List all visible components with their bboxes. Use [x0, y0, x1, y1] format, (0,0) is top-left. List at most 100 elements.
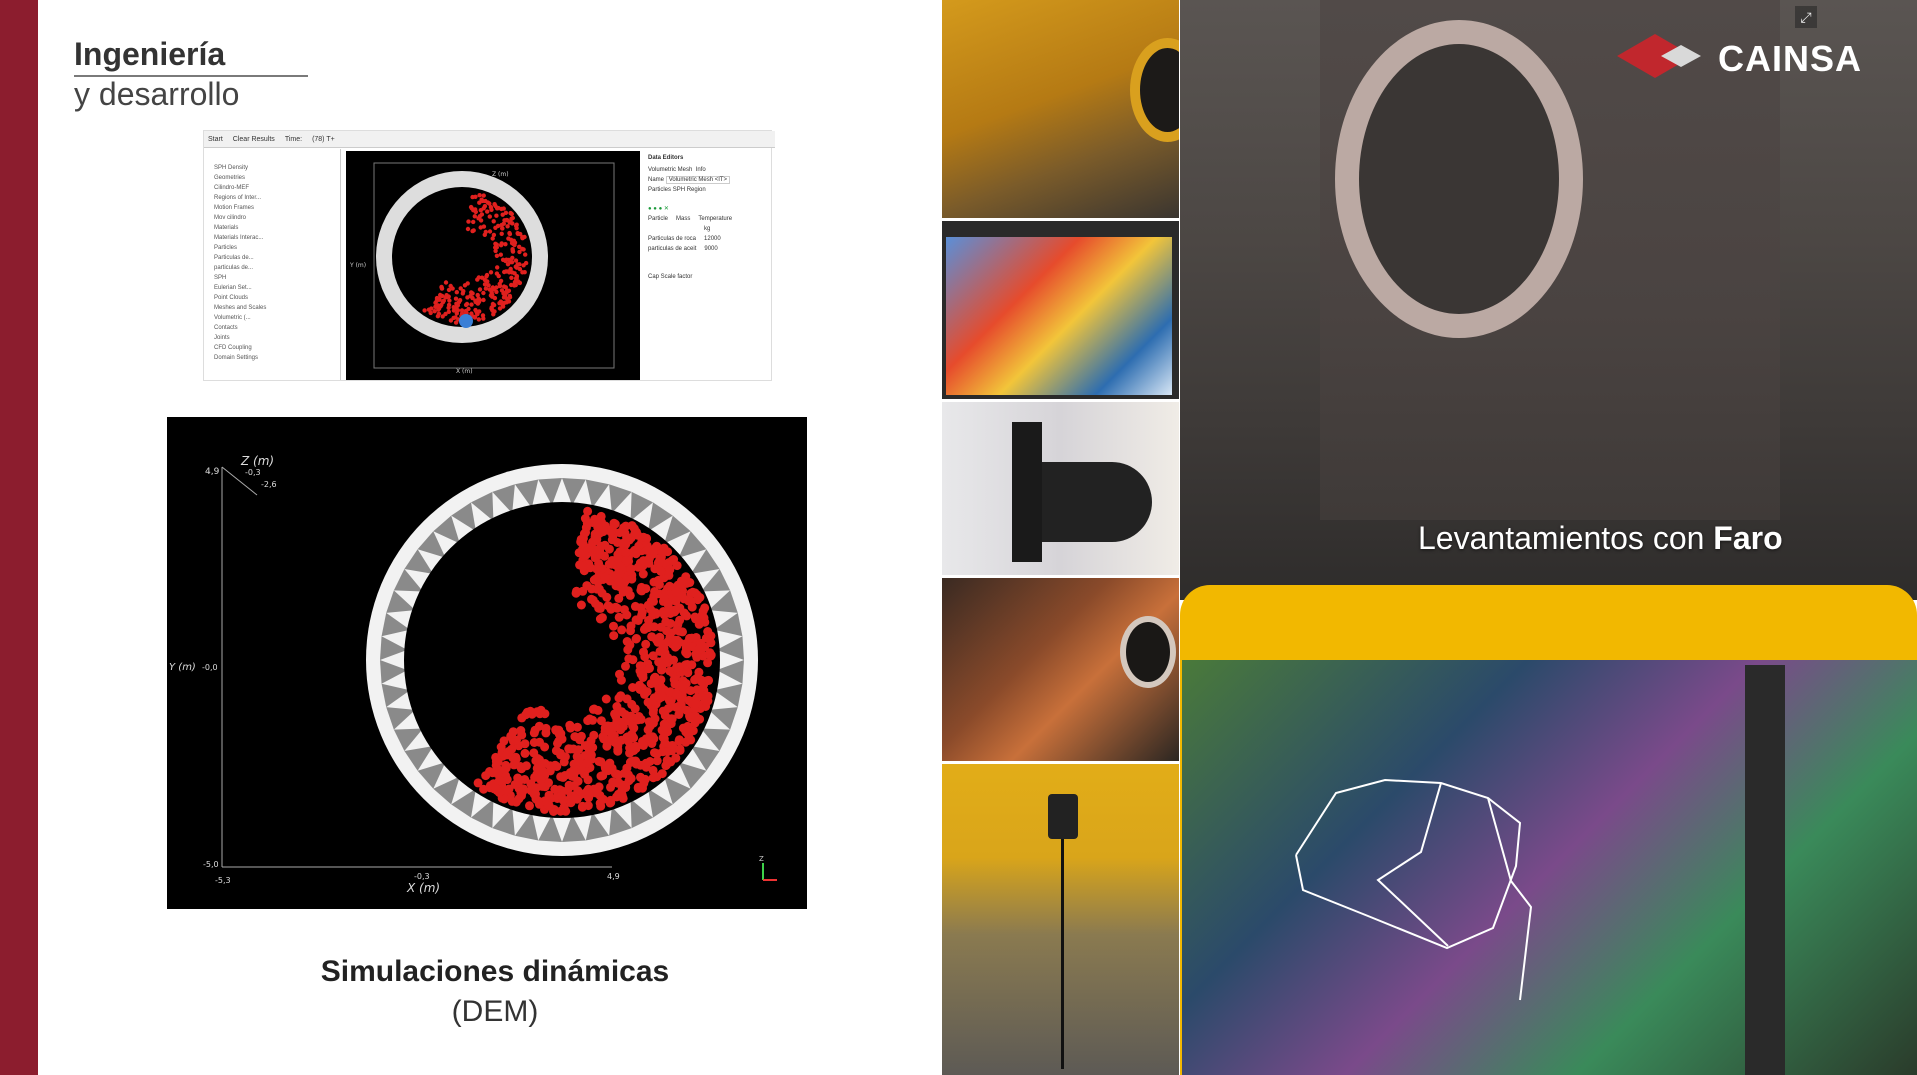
particle	[507, 230, 512, 236]
particle	[513, 258, 519, 263]
particle	[649, 705, 658, 715]
particle	[488, 768, 497, 778]
particle	[600, 540, 610, 550]
particle	[505, 218, 510, 223]
particle	[691, 649, 701, 659]
particle	[675, 745, 685, 755]
particle	[639, 647, 648, 657]
particle	[507, 733, 517, 743]
particle	[666, 714, 676, 724]
particle	[581, 528, 590, 537]
particle	[648, 718, 658, 728]
mini-z-label: Z (m)	[492, 171, 509, 178]
particle	[436, 311, 442, 316]
faro-caption-prefix: Levantamientos con	[1418, 520, 1714, 556]
particle	[622, 555, 632, 565]
particle	[473, 194, 478, 199]
props-col3: Temperature	[698, 216, 733, 222]
particle	[487, 201, 492, 206]
toolbar-time-value: (78) T+	[312, 135, 335, 143]
props-row2-val: 9000	[704, 246, 718, 252]
expand-icon[interactable]: ⤢	[1795, 6, 1817, 28]
tree-item: Regions of Inter...	[214, 195, 262, 201]
particle	[590, 553, 600, 563]
particle	[554, 730, 564, 739]
particle	[450, 286, 455, 291]
props-toolbar-icons: ● ● ● ✕	[648, 206, 669, 212]
particle	[600, 572, 610, 582]
particle	[665, 581, 675, 591]
particle	[488, 270, 494, 275]
tree-item: Joints	[214, 335, 230, 341]
dem-z-b: -2,6	[261, 480, 277, 489]
particle	[503, 242, 508, 247]
accent-bar	[0, 0, 38, 1075]
particle	[596, 801, 606, 811]
particle	[583, 801, 593, 811]
particle	[500, 765, 510, 774]
dem-x-left: -5,3	[215, 876, 231, 885]
particle	[531, 794, 541, 804]
props-name-value[interactable]: Volumetric Mesh <IT>	[665, 176, 731, 184]
particle	[670, 679, 680, 689]
particle	[620, 710, 630, 719]
particle	[635, 661, 645, 671]
particle	[491, 232, 497, 238]
particle	[639, 532, 648, 542]
simulation-caption-subtitle: (DEM)	[451, 995, 539, 1028]
particle	[621, 547, 631, 557]
particle	[464, 301, 470, 307]
dem-y-top: 4,9	[205, 467, 220, 477]
particle	[647, 739, 657, 748]
particle	[650, 748, 659, 758]
particle	[694, 619, 704, 629]
dem-z-label: Z (m)	[240, 454, 274, 468]
props-tab-sph[interactable]: SPH	[673, 187, 685, 193]
props-tab-region[interactable]: Region	[687, 187, 706, 193]
tree-item: Meshes and Scales	[214, 305, 267, 311]
mini-x-label: X (m)	[456, 368, 473, 375]
particle	[466, 219, 471, 224]
particle	[617, 625, 627, 635]
particle	[556, 748, 565, 758]
particle	[508, 210, 513, 216]
particle	[670, 642, 680, 652]
particle	[678, 680, 688, 690]
particle	[594, 584, 604, 594]
particle	[701, 691, 711, 701]
particle	[453, 320, 459, 325]
particle	[655, 565, 665, 575]
photo-yellow-machinery	[942, 0, 1179, 218]
particle	[541, 723, 551, 733]
particle	[601, 694, 611, 704]
particle	[649, 596, 658, 606]
tree-item: Point Clouds	[214, 295, 249, 301]
particle	[446, 309, 451, 314]
particle	[500, 212, 505, 217]
props-tab-particles[interactable]: Particles	[648, 187, 671, 193]
particle	[642, 687, 652, 697]
particle	[515, 231, 520, 236]
particle	[564, 744, 574, 754]
particle	[663, 637, 673, 647]
dem-y-label: Y (m)	[169, 662, 196, 673]
particle	[466, 306, 471, 312]
particle	[476, 216, 481, 221]
particle	[631, 634, 641, 644]
particle	[510, 248, 515, 253]
particle	[582, 581, 592, 591]
particle	[525, 801, 534, 811]
particle	[499, 222, 504, 228]
particle	[514, 275, 519, 281]
dem-x-right: 4,9	[607, 872, 620, 881]
particle	[614, 770, 624, 780]
particle	[507, 293, 512, 299]
particle	[492, 202, 497, 207]
particle	[685, 633, 694, 643]
software-3d-viewport: Z (m) X (m) Y (m)	[346, 151, 640, 380]
particle	[499, 231, 504, 236]
particle	[494, 206, 500, 211]
particle	[663, 653, 673, 663]
particle	[675, 615, 685, 625]
particle	[602, 592, 612, 602]
